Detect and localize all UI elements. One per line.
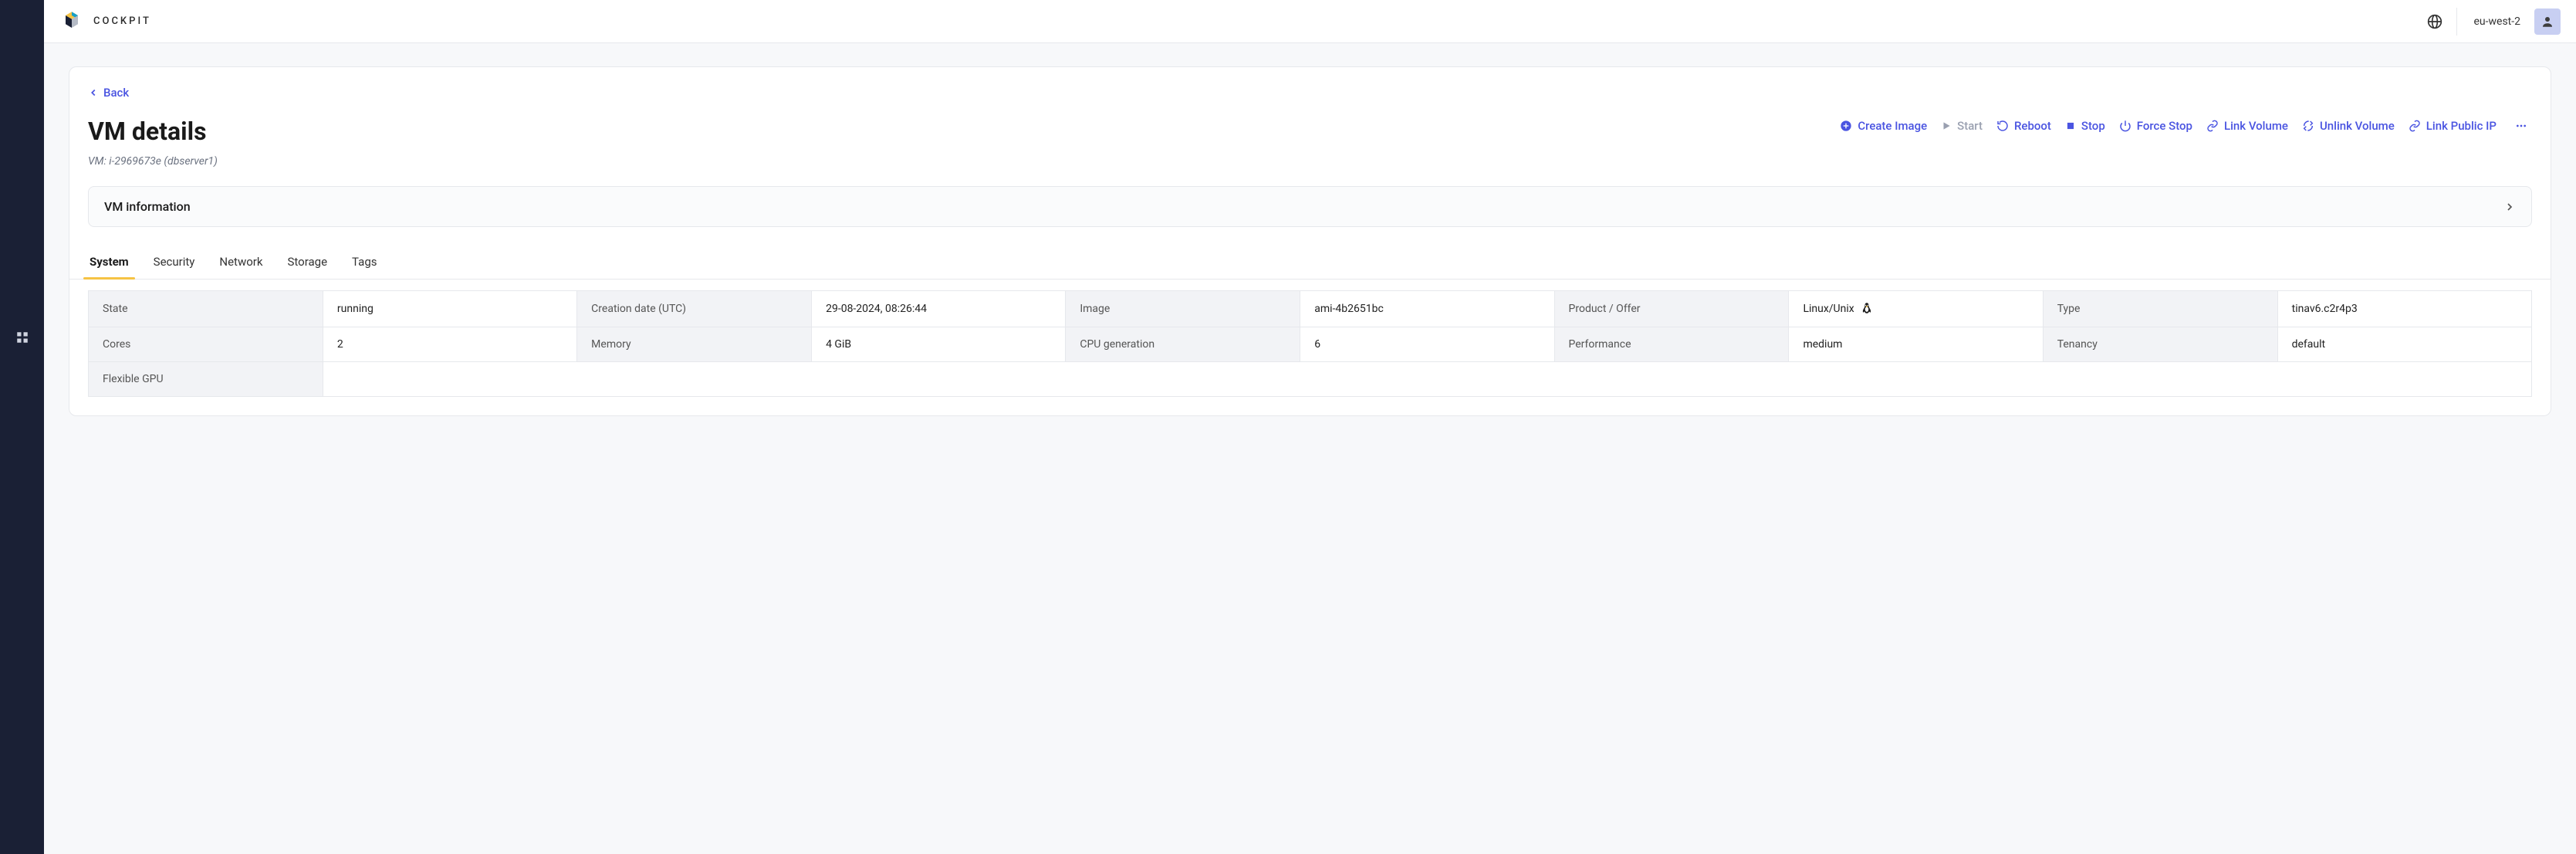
state-value: running — [323, 291, 576, 327]
table-row: Flexible GPU — [89, 362, 2532, 397]
cockpit-logo-icon — [59, 9, 84, 34]
vm-subtitle: VM: i-2969673e (dbserver1) — [69, 155, 2551, 186]
force-stop-button[interactable]: Force Stop — [2119, 119, 2192, 133]
link-icon — [2206, 120, 2219, 132]
image-label: Image — [1066, 291, 1300, 327]
link-icon — [2409, 120, 2421, 132]
perf-label: Performance — [1554, 327, 1789, 362]
topbar: COCKPIT eu-west-2 — [44, 0, 2576, 43]
flexgpu-value — [323, 362, 2531, 397]
reboot-icon — [1996, 120, 2009, 132]
link-public-ip-button[interactable]: Link Public IP — [2409, 119, 2497, 133]
avatar-button[interactable] — [2534, 8, 2561, 35]
create-image-button[interactable]: Create Image — [1840, 119, 1927, 133]
created-value: 29-08-2024, 08:26:44 — [812, 291, 1066, 327]
sidebar — [0, 0, 44, 854]
brand-text: COCKPIT — [93, 15, 151, 27]
main-card: Back VM details Create Image Start — [69, 66, 2551, 416]
cores-value: 2 — [323, 327, 576, 362]
cpugen-label: CPU generation — [1066, 327, 1300, 362]
cores-label: Cores — [89, 327, 323, 362]
created-label: Creation date (UTC) — [577, 291, 812, 327]
start-button: Start — [1941, 119, 1983, 133]
region-label[interactable]: eu-west-2 — [2468, 15, 2524, 28]
page-title: VM details — [88, 117, 207, 146]
tenancy-value: default — [2277, 327, 2531, 362]
product-label: Product / Offer — [1554, 291, 1789, 327]
tenancy-label: Tenancy — [2043, 327, 2277, 362]
product-value: Linux/Unix — [1789, 291, 2043, 327]
divider — [2456, 8, 2457, 36]
memory-value: 4 GiB — [812, 327, 1066, 362]
back-link[interactable]: Back — [69, 86, 2551, 117]
vm-information-card[interactable]: VM information — [88, 186, 2532, 227]
tab-tags[interactable]: Tags — [350, 246, 378, 279]
linux-icon — [1861, 302, 1873, 316]
flexgpu-label: Flexible GPU — [89, 362, 323, 397]
tabs: System Security Network Storage Tags — [69, 246, 2551, 280]
info-card-title: VM information — [104, 199, 191, 214]
play-icon — [1941, 120, 1952, 131]
perf-value: medium — [1789, 327, 2043, 362]
unlink-volume-button[interactable]: Unlink Volume — [2302, 119, 2395, 133]
globe-icon[interactable] — [2424, 11, 2446, 32]
tab-system[interactable]: System — [88, 246, 130, 279]
dots-icon — [2513, 120, 2529, 132]
tab-storage[interactable]: Storage — [286, 246, 329, 279]
type-label: Type — [2043, 291, 2277, 327]
reboot-button[interactable]: Reboot — [1996, 119, 2051, 133]
back-label: Back — [103, 86, 129, 100]
link-volume-button[interactable]: Link Volume — [2206, 119, 2288, 133]
tab-network[interactable]: Network — [218, 246, 264, 279]
chevron-left-icon — [88, 87, 99, 98]
dashboard-icon[interactable] — [9, 324, 35, 351]
cpugen-value: 6 — [1300, 327, 1554, 362]
type-value: tinav6.c2r4p3 — [2277, 291, 2531, 327]
plus-circle-icon — [1840, 120, 1852, 132]
state-label: State — [89, 291, 323, 327]
actions-toolbar: Create Image Start Reboot Stop — [1840, 117, 2532, 135]
details-table: State running Creation date (UTC) 29-08-… — [88, 290, 2532, 397]
image-value: ami-4b2651bc — [1300, 291, 1554, 327]
memory-label: Memory — [577, 327, 812, 362]
unlink-icon — [2302, 120, 2314, 132]
power-icon — [2119, 120, 2131, 132]
table-row: Cores 2 Memory 4 GiB CPU generation 6 Pe… — [89, 327, 2532, 362]
brand: COCKPIT — [59, 9, 151, 34]
chevron-right-icon — [2503, 201, 2516, 213]
tab-security[interactable]: Security — [152, 246, 197, 279]
stop-icon — [2065, 120, 2076, 131]
stop-button[interactable]: Stop — [2065, 119, 2105, 133]
more-actions-button[interactable] — [2510, 117, 2532, 135]
table-row: State running Creation date (UTC) 29-08-… — [89, 291, 2532, 327]
